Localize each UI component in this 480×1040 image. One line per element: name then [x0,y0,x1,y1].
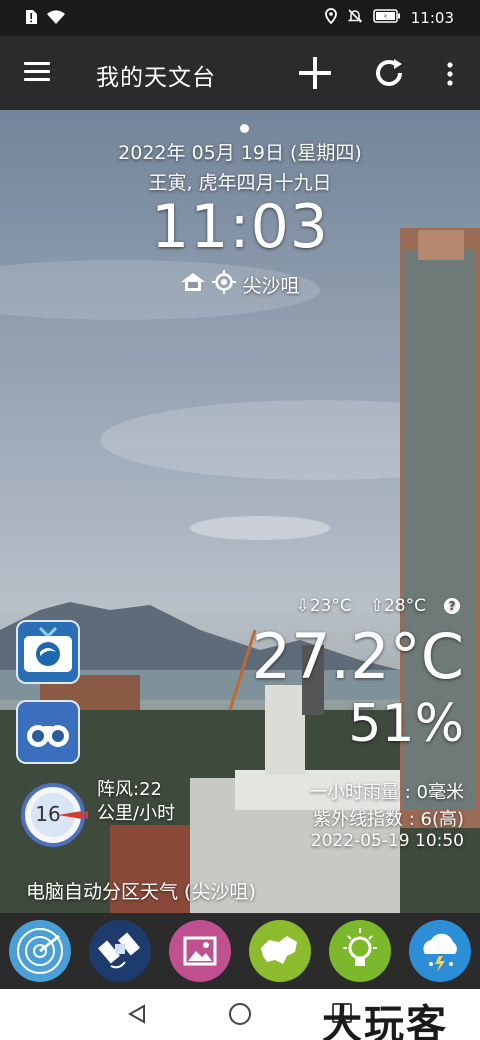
location-row[interactable]: 尖沙咀 [0,270,480,299]
sim-alert-icon [24,9,38,29]
clock-display: 11:03 [151,192,329,262]
hourly-rainfall: 一小时雨量 : 0毫米 [309,782,464,803]
current-humidity: 51% [348,694,464,754]
thunderstorm-icon [423,933,457,972]
location-text: 尖沙咀 [242,275,300,297]
weather-tips-button[interactable] [329,920,391,982]
gust-unit: 公里/小时 [97,803,176,824]
app-bar: 我的天文台 [0,36,480,110]
uv-index: 紫外线指数 : 6(高) [312,809,464,830]
regional-weather-link[interactable]: 电脑自动分区天气 (尖沙咀) [26,877,256,904]
hk-map-icon [261,936,297,964]
observation-button[interactable] [16,700,80,764]
tv-icon [24,626,72,672]
watermark: 大玩客 [322,1002,448,1040]
weather-tips-icon [343,928,377,966]
hamburger-menu-icon[interactable] [24,62,50,82]
wifi-icon [46,9,66,29]
radar-button[interactable] [9,920,71,982]
add-icon[interactable] [296,54,334,92]
app-dock [0,913,480,989]
status-bar: 11:03 [0,0,480,36]
wind-speed-value: 16 [35,802,61,826]
weather-background: 2022年 05月 19日 (星期四) 王寅, 虎年四月十九日 11:03 尖沙… [0,110,480,913]
satellite-button[interactable] [89,920,151,982]
location-icon [324,8,337,28]
app-title: 我的天文台 [96,65,216,91]
tv-weather-button[interactable] [16,620,80,684]
home-button-icon[interactable] [229,1003,251,1025]
more-options-icon[interactable] [444,60,456,88]
radar-icon [17,928,63,974]
battery-icon [373,9,401,27]
binoculars-icon [27,725,69,747]
min-temp: ⇩23°C [295,596,352,616]
wind-dial: 16 [18,780,90,850]
satellite-icon [97,932,141,969]
max-temp: ⇧28°C [369,596,426,616]
home-icon [180,272,206,297]
gust-info: 阵风:22 公里/小时 [97,778,175,826]
gust-label: 阵风:22 [97,779,162,800]
gallery-button[interactable] [169,920,231,982]
date-text: 2022年 05月 19日 (星期四) [118,142,362,164]
back-icon[interactable] [126,1003,148,1029]
help-icon[interactable]: ? [444,598,460,614]
hk-map-button[interactable] [249,920,311,982]
clock-text: 11:03 [410,9,454,27]
thunderstorm-button[interactable] [409,920,471,982]
update-time: 2022-05-19 10:50 [310,831,464,851]
refresh-icon[interactable] [372,56,406,90]
page-indicator [240,124,249,133]
gallery-icon [183,936,217,966]
current-temperature: 27.2°C [251,620,464,693]
lunar-date-text: 王寅, 虎年四月十九日 [148,172,332,194]
mute-icon [347,8,363,28]
gps-target-icon [212,270,237,299]
min-max-temperature: ⇩23°C ⇧28°C ? [295,596,460,616]
